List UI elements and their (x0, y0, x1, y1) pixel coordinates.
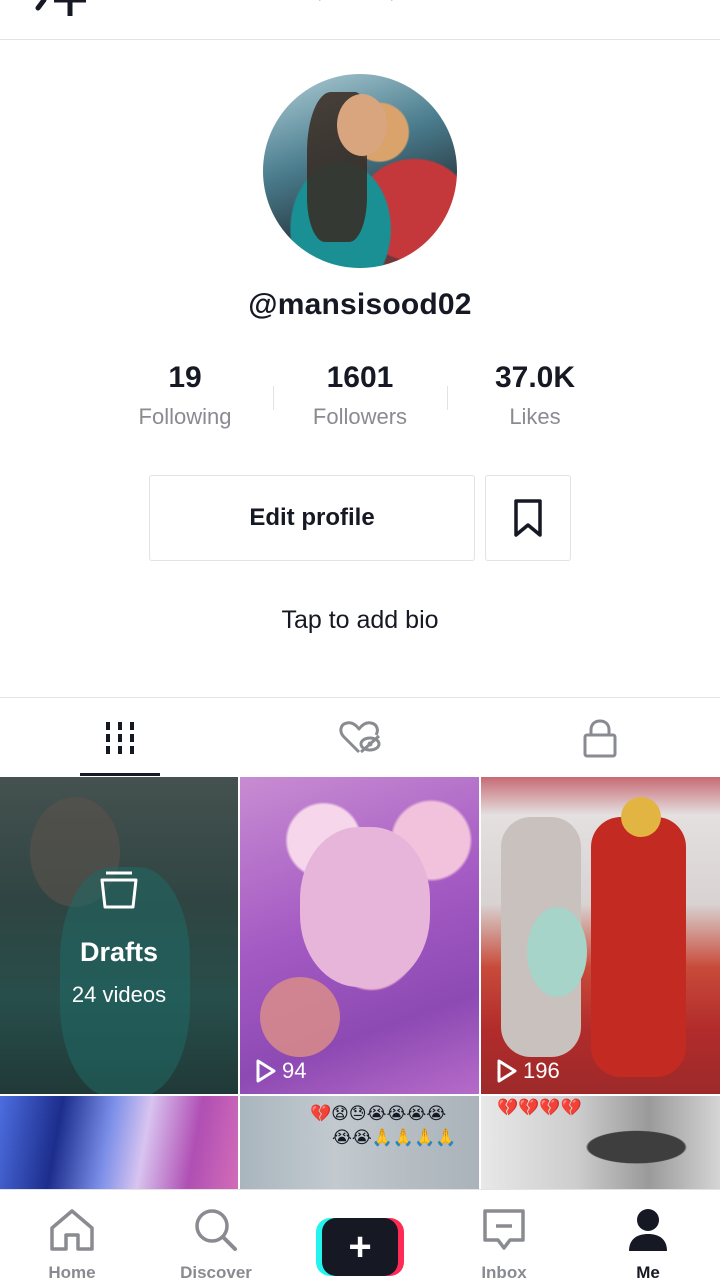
username: @mansisood02 (248, 288, 472, 321)
following-label: Following (138, 404, 232, 429)
view-count: 196 (497, 1058, 560, 1084)
stat-followers[interactable]: 1601 Followers (272, 358, 448, 432)
add-user-icon[interactable] (30, 0, 90, 27)
profile-stats: 19 Following 1601 Followers 37.0K Likes (0, 358, 720, 438)
stat-following[interactable]: 19 Following (97, 358, 273, 432)
bookmark-button[interactable] (485, 475, 571, 561)
profile-tabs (0, 697, 720, 777)
video-thumbnail[interactable]: 196 (481, 777, 720, 1094)
bio-prompt[interactable]: Tap to add bio (0, 606, 720, 635)
grid-icon (106, 722, 134, 754)
nav-home-label: Home (48, 1263, 96, 1280)
heart-icon: ❤ (314, 0, 328, 4)
title-hearts: ❤ ❤ (314, 0, 400, 4)
bookmark-icon (514, 499, 542, 537)
create-button[interactable]: + (316, 1218, 404, 1276)
video-thumbnail[interactable]: 💔😧😓😭😭😭😭 😭😭🙏🙏🙏🙏 (240, 1096, 479, 1189)
play-icon (497, 1059, 517, 1083)
thumbnail-caption: 💔😧😓😭😭😭😭 (310, 1104, 447, 1123)
nav-inbox[interactable]: Inbox (432, 1190, 576, 1280)
nav-home[interactable]: Home (0, 1190, 144, 1280)
heart-icon: ❤ (386, 0, 400, 4)
nav-me[interactable]: Me (576, 1190, 720, 1280)
home-icon (50, 1209, 94, 1251)
drafts-title: Drafts (79, 937, 159, 967)
following-count: 19 (168, 361, 202, 394)
nav-discover-label: Discover (180, 1263, 252, 1280)
stat-likes[interactable]: 37.0K Likes (447, 358, 623, 432)
tab-videos[interactable] (0, 698, 240, 778)
drafts-count: 24 videos (71, 982, 167, 1007)
likes-count: 37.0K (494, 361, 576, 394)
avatar[interactable] (263, 74, 457, 268)
profile-icon (629, 1209, 667, 1251)
nav-inbox-label: Inbox (481, 1263, 527, 1280)
followers-count: 1601 (326, 361, 394, 394)
tab-liked[interactable] (240, 698, 480, 778)
thumbnail-caption: 😭😭🙏🙏🙏🙏 (332, 1128, 457, 1147)
view-count-value: 94 (282, 1058, 307, 1083)
tab-private[interactable] (480, 698, 720, 778)
thumbnail-caption: 💔💔💔💔 (497, 1098, 582, 1117)
nav-discover[interactable]: Discover (144, 1190, 288, 1280)
view-count-value: 196 (523, 1058, 560, 1083)
followers-label: Followers (312, 404, 408, 429)
top-bar: ❤ ❤ (0, 0, 720, 40)
liked-hidden-icon (339, 721, 381, 754)
drafts-tile[interactable]: Drafts 24 videos (0, 777, 238, 1094)
nav-me-label: Me (636, 1263, 660, 1280)
video-thumbnail[interactable]: 94 (240, 777, 479, 1094)
video-thumbnail[interactable]: 💔💔💔💔 (481, 1096, 720, 1189)
video-thumbnail[interactable] (0, 1096, 238, 1189)
more-options-icon[interactable] (666, 0, 676, 6)
active-tab-indicator (80, 773, 160, 776)
likes-label: Likes (509, 404, 561, 429)
bottom-navigation: Home Discover + Inbox Me (0, 1189, 720, 1280)
video-grid: Drafts 24 videos 94 196 💔😧😓😭😭😭😭 😭😭🙏🙏🙏🙏 💔… (0, 777, 720, 1189)
search-icon (195, 1209, 237, 1251)
lock-icon (583, 719, 617, 758)
drafts-icon (100, 871, 138, 909)
inbox-icon (483, 1209, 525, 1250)
play-icon (256, 1059, 276, 1083)
edit-profile-button[interactable]: Edit profile (149, 475, 475, 561)
view-count: 94 (256, 1058, 306, 1084)
plus-icon: + (322, 1218, 398, 1276)
